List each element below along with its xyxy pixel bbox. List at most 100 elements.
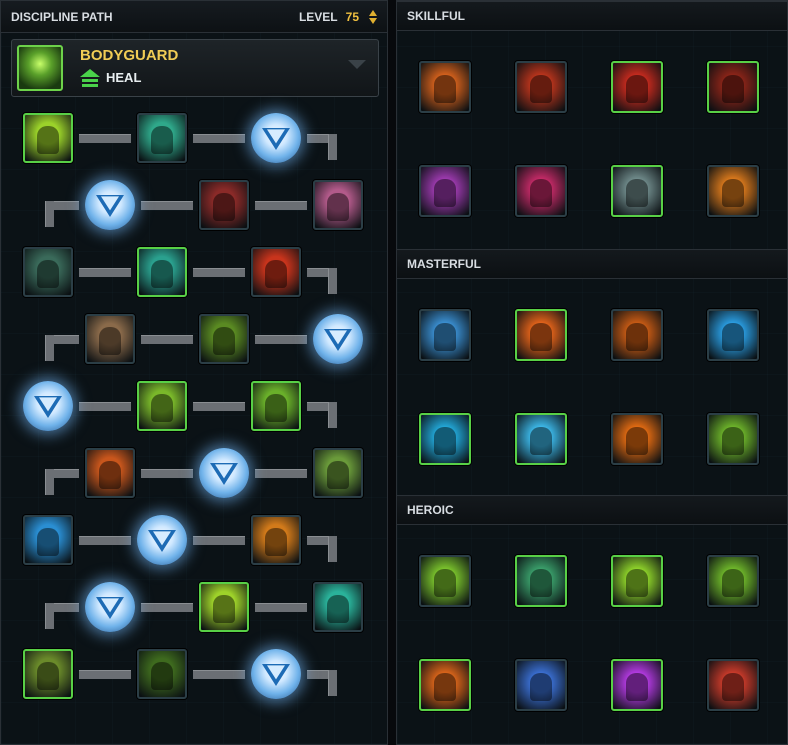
ability-dark-silhouette-icon[interactable]: [137, 649, 187, 699]
choice-node-icon[interactable]: [23, 381, 73, 431]
choice-node-icon[interactable]: [313, 314, 363, 364]
ability-green-hand-icon[interactable]: [23, 113, 73, 163]
path-connector-vertical: [45, 335, 54, 361]
path-connector: [255, 201, 307, 210]
ability-glyph: [213, 327, 235, 356]
path-connector: [79, 670, 131, 679]
ability-glyph: [626, 569, 648, 598]
ability-glyph: [327, 193, 349, 222]
heroic-green-spark-icon[interactable]: [707, 555, 759, 607]
choice-node-icon[interactable]: [85, 582, 135, 632]
masterful-orange-streak-icon[interactable]: [611, 413, 663, 465]
ability-green-canister-icon[interactable]: [137, 381, 187, 431]
masterful-blue-silhouette-icon[interactable]: [707, 309, 759, 361]
ability-green-figure-icon[interactable]: [199, 582, 249, 632]
path-connector: [193, 670, 245, 679]
ability-orange-armor-icon[interactable]: [251, 515, 301, 565]
ability-red-crate-icon[interactable]: [199, 180, 249, 230]
ability-glyph: [327, 461, 349, 490]
triangle-inner-icon: [153, 531, 171, 546]
ability-teal-missile-icon[interactable]: [137, 247, 187, 297]
skillful-title: SKILLFUL: [407, 9, 465, 23]
ability-green-shield-figure-icon[interactable]: [251, 381, 301, 431]
choice-node-icon[interactable]: [251, 649, 301, 699]
masterful-green-crouch-icon[interactable]: [707, 413, 759, 465]
skillful-red-figure-icon[interactable]: [611, 61, 663, 113]
path-connector: [255, 603, 307, 612]
ability-glyph: [626, 323, 648, 352]
discipline-name: BODYGUARD: [80, 47, 179, 64]
path-connector: [79, 402, 131, 411]
ability-blue-fountain-icon[interactable]: [23, 515, 73, 565]
level-down-arrow-icon[interactable]: [369, 17, 377, 24]
skillful-pink-burst-icon[interactable]: [515, 165, 567, 217]
ability-glyph: [265, 394, 287, 423]
ability-glyph: [626, 673, 648, 702]
ability-glyph: [151, 260, 173, 289]
skillful-blaster-pistol-icon[interactable]: [707, 61, 759, 113]
ability-glyph: [434, 569, 456, 598]
path-connector: [193, 402, 245, 411]
triangle-inner-icon: [267, 129, 285, 144]
ability-pink-arm-icon[interactable]: [313, 180, 363, 230]
ability-glyph: [151, 126, 173, 155]
level-label: LEVEL: [298, 9, 338, 24]
ability-glyph: [530, 179, 552, 208]
ability-glyph: [213, 595, 235, 624]
path-connector: [141, 335, 193, 344]
masterful-blue-dome-icon[interactable]: [419, 309, 471, 361]
skillful-jetpack-flames-icon[interactable]: [419, 61, 471, 113]
level-stepper[interactable]: [369, 9, 377, 24]
ability-goggles-face-icon[interactable]: [85, 314, 135, 364]
masterful-flame-shield-icon[interactable]: [611, 309, 663, 361]
ability-orange-figure-icon[interactable]: [85, 448, 135, 498]
triangle-inner-icon: [101, 598, 119, 613]
path-connector-vertical: [328, 402, 337, 428]
heroic-lime-figure-icon[interactable]: [611, 555, 663, 607]
ability-glyph: [151, 394, 173, 423]
choice-node-icon[interactable]: [85, 180, 135, 230]
heroic-teal-figure-icon[interactable]: [515, 555, 567, 607]
ability-glyph: [265, 528, 287, 557]
heroic-red-droid-icon[interactable]: [707, 659, 759, 711]
heroic-purple-silhouette-icon[interactable]: [611, 659, 663, 711]
choice-node-icon[interactable]: [137, 515, 187, 565]
skillful-purple-blaster-icon[interactable]: [419, 165, 471, 217]
ability-glyph: [37, 126, 59, 155]
ability-teal-squad-icon[interactable]: [313, 582, 363, 632]
path-connector-vertical: [328, 134, 337, 160]
masterful-cyan-figure-icon[interactable]: [419, 413, 471, 465]
ability-glyph: [213, 193, 235, 222]
masterful-title: MASTERFUL: [407, 257, 481, 271]
path-connector: [141, 201, 193, 210]
ability-glyph: [722, 75, 744, 104]
chevron-down-icon[interactable]: [348, 60, 366, 69]
ability-green-droid-icon[interactable]: [23, 649, 73, 699]
skillful-gear-icon-icon[interactable]: [611, 165, 663, 217]
ability-green-handshake-icon[interactable]: [313, 448, 363, 498]
discipline-selector[interactable]: BODYGUARD HEAL: [11, 39, 379, 97]
masterful-orange-aura-icon[interactable]: [515, 309, 567, 361]
heroic-green-shield-icon[interactable]: [419, 555, 471, 607]
skillful-orange-silhouette-icon[interactable]: [707, 165, 759, 217]
masterful-cyan-fist-icon[interactable]: [515, 413, 567, 465]
level-up-arrow-icon[interactable]: [369, 9, 377, 16]
ability-glyph: [626, 75, 648, 104]
ability-teal-gauntlet-icon[interactable]: [23, 247, 73, 297]
heroic-orange-silhouette-icon[interactable]: [419, 659, 471, 711]
ability-green-splat-icon[interactable]: [199, 314, 249, 364]
discipline-path-header: DISCIPLINE PATH LEVEL 75: [1, 1, 387, 33]
choice-node-icon[interactable]: [199, 448, 249, 498]
ability-glyph: [530, 323, 552, 352]
heroic-blue-action-icon[interactable]: [515, 659, 567, 711]
ability-red-target-icon[interactable]: [251, 247, 301, 297]
choice-node-icon[interactable]: [251, 113, 301, 163]
ability-teal-coil-icon[interactable]: [137, 113, 187, 163]
ability-glyph: [722, 673, 744, 702]
path-connector: [79, 536, 131, 545]
ability-glyph: [434, 75, 456, 104]
skillful-flying-kick-icon[interactable]: [515, 61, 567, 113]
triangle-inner-icon: [329, 330, 347, 345]
path-connector: [193, 134, 245, 143]
bodyguard-discipline-icon: [17, 45, 63, 91]
